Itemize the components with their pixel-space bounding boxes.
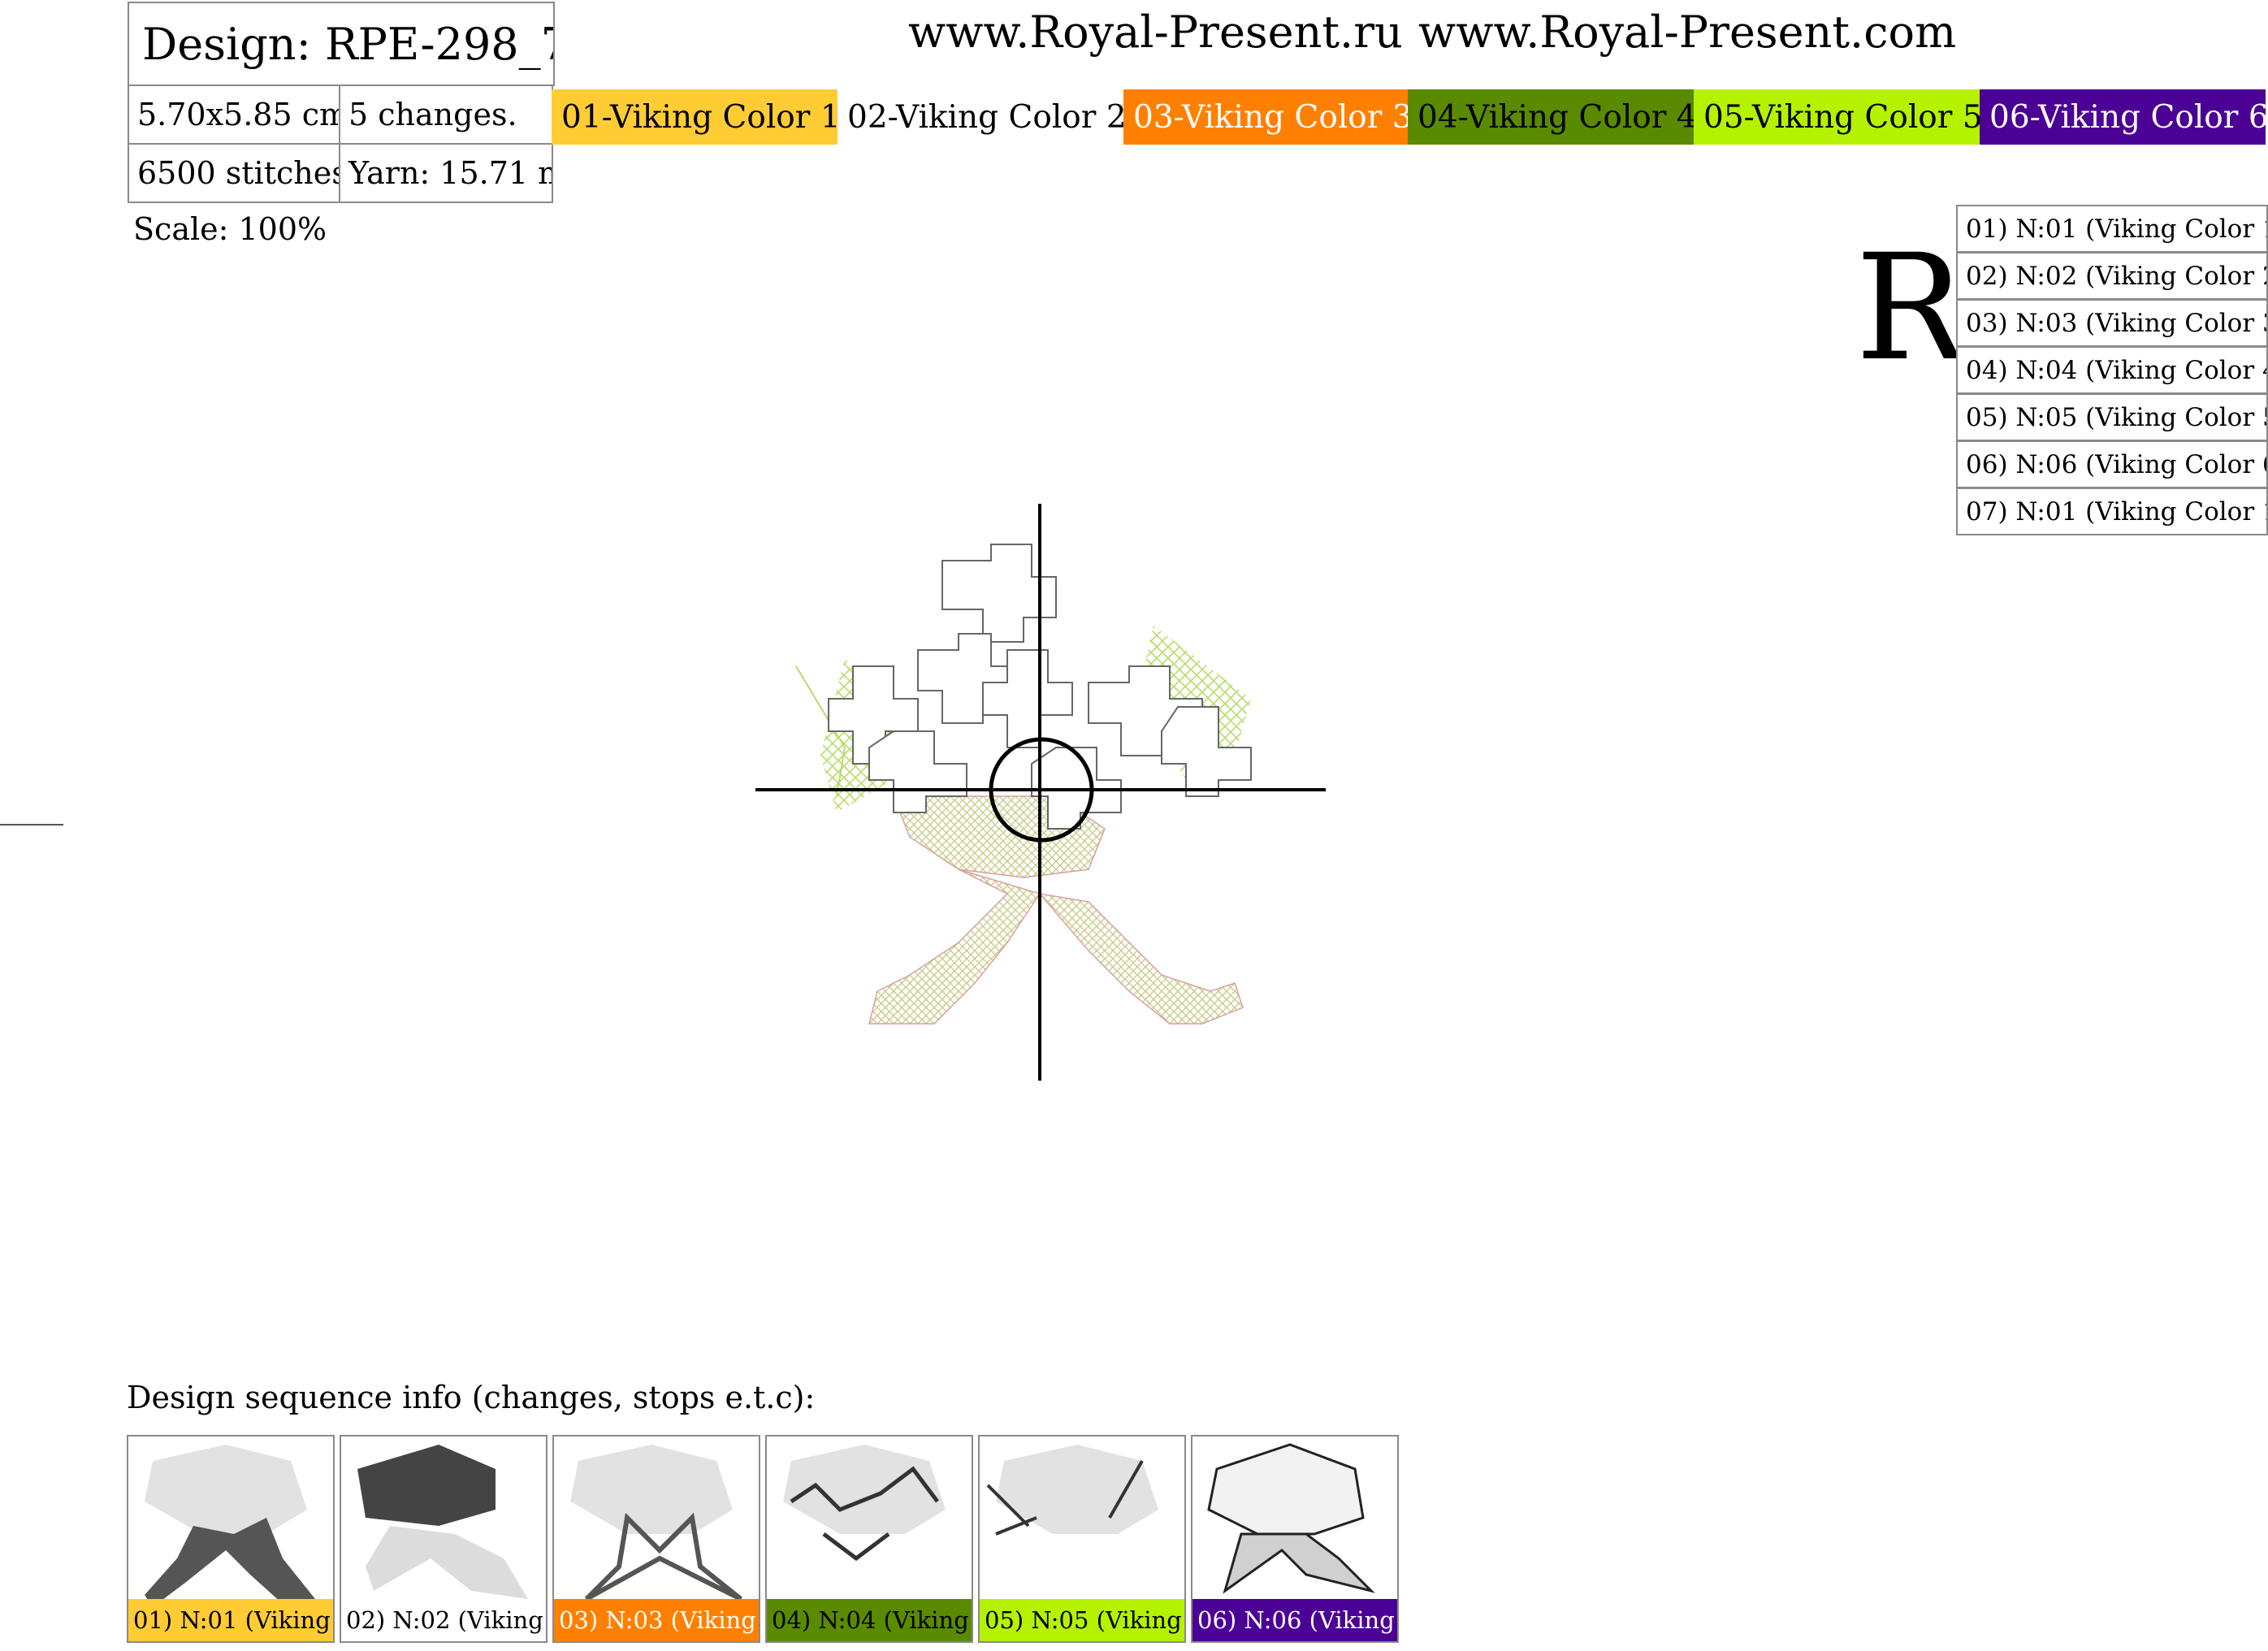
- sequence-thumbnail: 05) N:05 (Viking Color 5): [978, 1435, 1186, 1643]
- thumbnail-label: 01) N:01 (Viking Color 1): [128, 1599, 333, 1641]
- thumbnail-label: 03) N:03 (Viking Color 3): [554, 1599, 759, 1641]
- thumbnail-label: 06) N:06 (Viking Color 6): [1192, 1599, 1397, 1641]
- bow-ribbon: [868, 795, 1244, 1025]
- stitch-count: 6500 stitches.: [128, 143, 340, 203]
- design-title: Design: RPE-298_7: [128, 2, 555, 86]
- website-com: www.Royal-Present.com: [1418, 6, 1957, 58]
- palette-swatch: 05-Viking Color 5: [1694, 89, 1980, 145]
- thumbnail-label: 04) N:04 (Viking Color 4): [767, 1599, 972, 1641]
- thumbnail-label: 02) N:02 (Viking Color 2): [341, 1599, 546, 1641]
- sequence-thumbnail: 01) N:01 (Viking Color 1): [127, 1435, 335, 1643]
- design-preview: [747, 488, 1332, 1092]
- palette-swatch: 06-Viking Color 6: [1980, 89, 2266, 145]
- design-size: 5.70x5.85 cm: [128, 84, 340, 145]
- orientation-mark: R: [1855, 223, 1966, 393]
- sequence-item: 03) N:03 (Viking Color 3): [1956, 299, 2268, 347]
- thumbnail-label: 05) N:05 (Viking Color 5): [980, 1599, 1184, 1641]
- sequence-item: 06) N:06 (Viking Color 6): [1956, 440, 2268, 488]
- sequence-thumbnail: 03) N:03 (Viking Color 3): [552, 1435, 760, 1643]
- sequence-item: 01) N:01 (Viking Color 1): [1956, 205, 2268, 253]
- palette-swatch: 02-Viking Color 2: [838, 89, 1123, 145]
- color-changes-count: 5 changes.: [339, 84, 553, 145]
- sequence-thumbnail: 02) N:02 (Viking Color 2): [340, 1435, 548, 1643]
- margin-tick: [0, 824, 63, 826]
- website-ru: www.Royal-Present.ru: [908, 6, 1403, 58]
- sequence-item: 07) N:01 (Viking Color 1): [1956, 488, 2268, 535]
- palette-swatch: 03-Viking Color 3: [1123, 89, 1409, 145]
- sequence-item: 05) N:05 (Viking Color 5): [1956, 393, 2268, 441]
- sequence-heading: Design sequence info (changes, stops e.t…: [127, 1380, 816, 1415]
- palette-swatch: 04-Viking Color 4: [1408, 89, 1694, 145]
- sequence-thumbnail: 06) N:06 (Viking Color 6): [1191, 1435, 1399, 1643]
- sequence-item: 02) N:02 (Viking Color 2): [1956, 252, 2268, 300]
- sequence-item: 04) N:04 (Viking Color 4): [1956, 346, 2268, 394]
- yarn-length: Yarn: 15.71 m: [339, 143, 553, 203]
- palette-swatch: 01-Viking Color 1: [552, 89, 838, 145]
- sequence-thumbnail: 04) N:04 (Viking Color 4): [765, 1435, 973, 1643]
- design-preview-svg: [755, 504, 1326, 1081]
- scale-label: Scale: 100%: [133, 211, 327, 247]
